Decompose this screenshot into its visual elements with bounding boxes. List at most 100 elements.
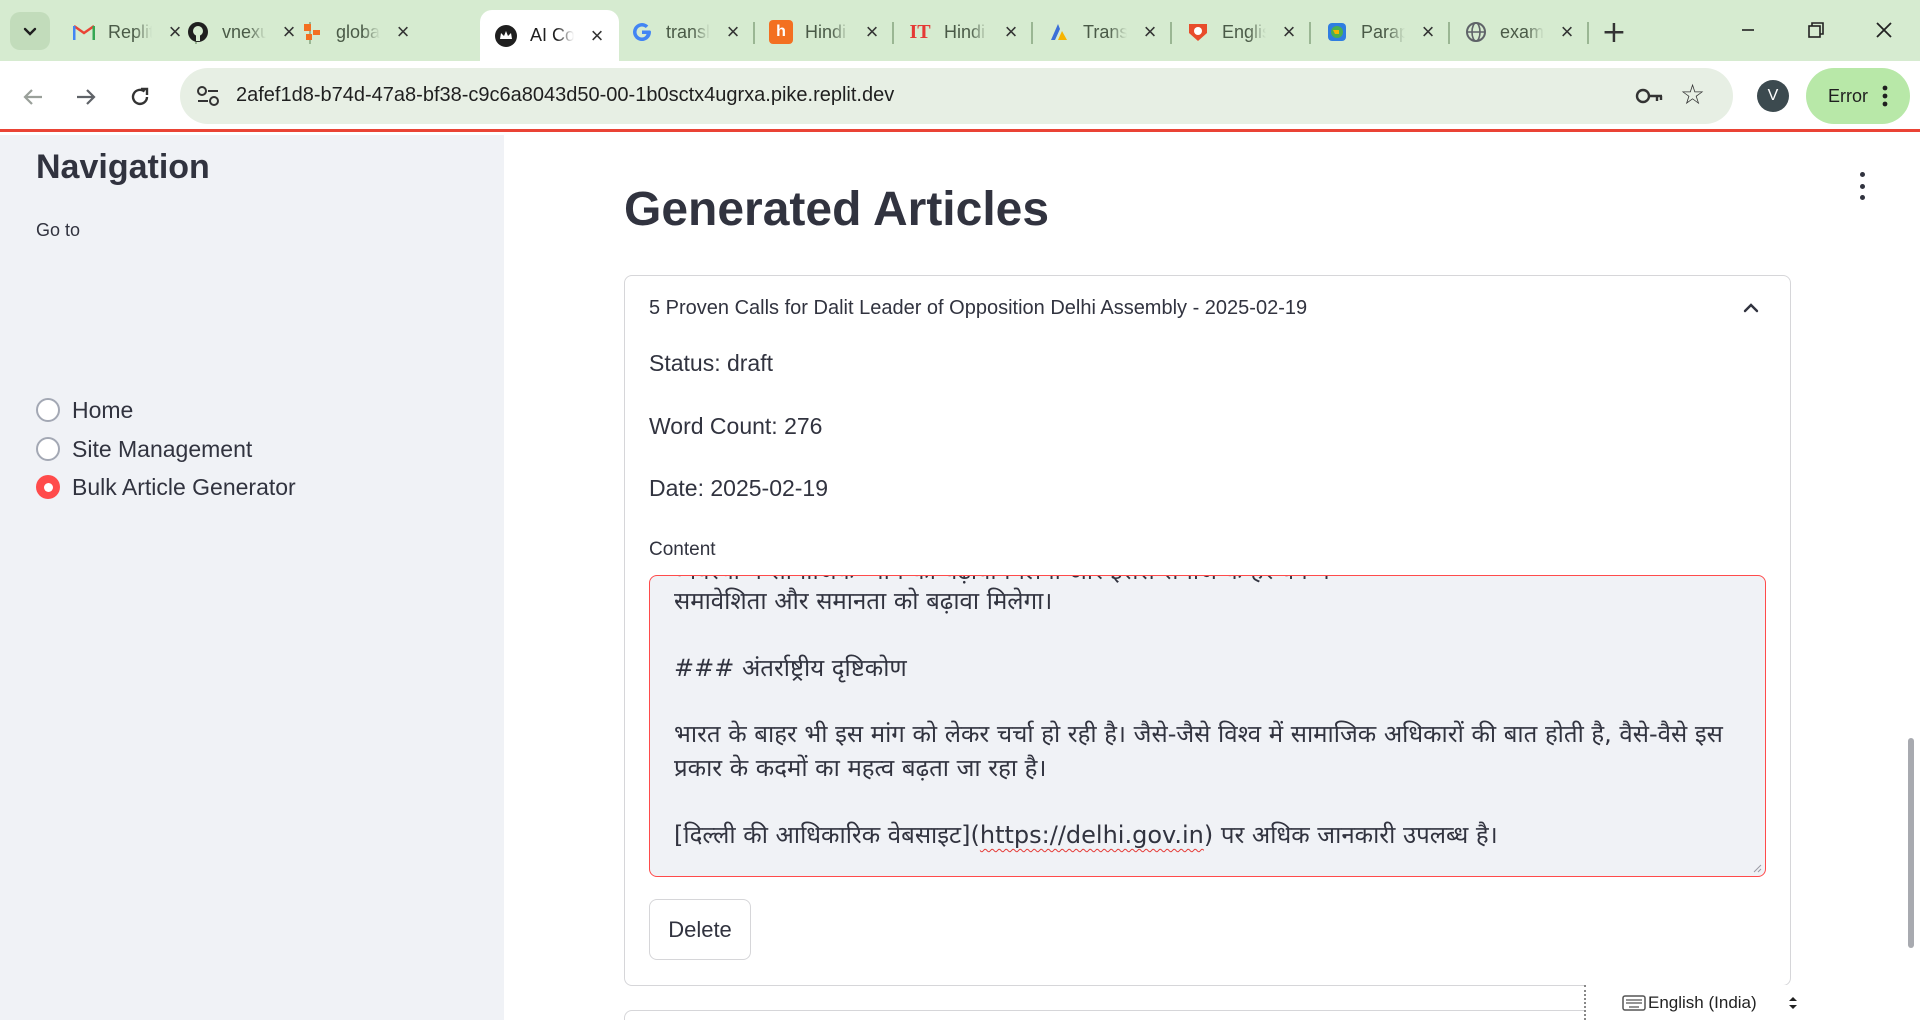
tab-label: Hindi	[805, 21, 847, 42]
tab-search-button[interactable]	[10, 12, 50, 50]
back-button[interactable]	[15, 79, 51, 115]
close-icon[interactable]: ×	[1418, 19, 1438, 44]
tab-label: Paraphrase	[1361, 21, 1405, 42]
tab-label: vnexus	[222, 21, 266, 42]
close-icon[interactable]: ×	[587, 23, 607, 48]
chevron-up-icon[interactable]	[1740, 297, 1762, 319]
tab-label: Hindi	[944, 21, 986, 42]
close-window-button[interactable]	[1856, 10, 1912, 50]
content-link-text: [दिल्ली की आधिकारिक वेबसाइट](	[674, 821, 980, 849]
hindi-app-icon: h	[769, 20, 793, 44]
tab-label: English	[1222, 21, 1266, 42]
close-icon[interactable]: ×	[1279, 19, 1299, 44]
radio-label[interactable]: Site Management	[72, 436, 252, 463]
article-status: Status: draft	[649, 350, 774, 376]
radio-label[interactable]: Bulk Article Generator	[72, 474, 296, 501]
tab-paraphrase[interactable]: Paraphrase ×	[1311, 10, 1450, 54]
globe-icon	[1464, 20, 1488, 44]
url-text[interactable]: 2afef1d8-b74d-47a8-bf38-c9c6a8043d50-00-…	[236, 84, 894, 107]
browser-toolbar: 2afef1d8-b74d-47a8-bf38-c9c6a8043d50-00-…	[0, 61, 1920, 132]
bookmark-star-icon[interactable]: ☆	[1680, 80, 1705, 110]
error-button[interactable]: Error	[1806, 68, 1910, 124]
radio-label[interactable]: Home	[72, 397, 133, 424]
content-link-line: [दिल्ली की आधिकारिक वेबसाइट](https://del…	[674, 818, 1498, 852]
article-expander-title[interactable]: 5 Proven Calls for Dalit Leader of Oppos…	[649, 297, 1307, 320]
tab-translate[interactable]: translate ×	[616, 10, 755, 54]
profile-avatar[interactable]: V	[1757, 80, 1789, 112]
tab-hindi-1[interactable]: h Hindi ×	[755, 10, 894, 54]
globe-app-icon	[300, 20, 324, 44]
sidebar-title: Navigation	[36, 148, 210, 186]
close-icon[interactable]: ×	[723, 19, 743, 44]
minimize-icon	[1742, 29, 1754, 31]
restore-button[interactable]	[1788, 10, 1844, 50]
site-settings-icon[interactable]	[194, 82, 222, 110]
input-language-label: English (India)	[1648, 992, 1757, 1012]
nav-radio-home[interactable]: Home	[36, 393, 133, 427]
radio-circle[interactable]	[36, 437, 60, 461]
nav-radio-bulk-article-generator[interactable]: Bulk Article Generator	[36, 470, 296, 504]
tab-global[interactable]: global ×	[286, 10, 425, 54]
paraphrase-icon	[1325, 20, 1349, 44]
browser-tab-strip: Replit × vnexus × global × AI Content × …	[0, 0, 1920, 61]
tab-label: translate	[666, 21, 710, 42]
content-textarea[interactable]: व्यवस्था में सामाजिक न्याय को बढ़ावा मिल…	[649, 575, 1766, 877]
translate-icon	[1047, 20, 1071, 44]
content-paragraph: भारत के बाहर भी इस मांग को लेकर चर्चा हो…	[674, 720, 1723, 782]
main-menu-button[interactable]	[1852, 172, 1872, 200]
tab-label: global	[336, 21, 380, 42]
tab-label: example	[1500, 21, 1544, 42]
radio-circle-selected[interactable]	[36, 475, 60, 499]
tab-english[interactable]: English ×	[1172, 10, 1311, 54]
minimize-button[interactable]	[1720, 10, 1776, 50]
content-link-tail: ) पर अधिक जानकारी उपलब्ध है।	[1203, 821, 1498, 849]
more-vert-icon	[1882, 85, 1888, 107]
tab-example[interactable]: example ×	[1450, 10, 1589, 54]
tab-label: Replit	[108, 21, 152, 42]
new-tab-button[interactable]: +	[1596, 14, 1632, 50]
page-scrollbar[interactable]	[1908, 738, 1914, 948]
back-arrow-icon	[23, 89, 42, 105]
article-word-count: Word Count: 276	[649, 413, 823, 439]
address-bar[interactable]: 2afef1d8-b74d-47a8-bf38-c9c6a8043d50-00-…	[180, 68, 1733, 124]
close-icon[interactable]: ×	[393, 19, 413, 44]
article-date: Date: 2025-02-19	[649, 475, 829, 501]
input-language-bar[interactable]: English (India)	[1584, 985, 1806, 1020]
delete-button[interactable]: Delete	[649, 899, 751, 960]
forward-button[interactable]	[68, 79, 104, 115]
restore-icon	[1808, 22, 1824, 38]
resize-handle-icon[interactable]	[1753, 864, 1762, 873]
close-icon[interactable]: ×	[1557, 19, 1577, 44]
keyboard-icon	[1622, 995, 1646, 1011]
forward-arrow-icon	[77, 89, 96, 105]
gmail-icon	[72, 20, 96, 44]
kebab-dot	[1859, 183, 1865, 189]
page-title: Generated Articles	[624, 183, 1050, 236]
key-icon[interactable]	[1634, 82, 1664, 110]
tab-ai-content[interactable]: AI Content ×	[480, 10, 619, 61]
tab-translate-2[interactable]: Translate ×	[1033, 10, 1172, 54]
reload-icon	[131, 87, 149, 106]
it-icon: IT	[909, 20, 931, 43]
close-icon[interactable]: ×	[1140, 19, 1160, 44]
content-link-url: https://delhi.gov.in	[979, 821, 1204, 849]
ai-app-icon	[494, 24, 518, 48]
radio-circle[interactable]	[36, 398, 60, 422]
kebab-dot	[1859, 195, 1865, 200]
sidebar	[0, 135, 504, 1020]
close-icon[interactable]: ×	[1001, 19, 1021, 44]
tab-label: AI Content	[530, 25, 574, 45]
google-icon	[630, 20, 654, 44]
github-icon	[186, 20, 210, 44]
content-heading: ### अंतर्राष्ट्रीय दृष्टिकोण	[674, 654, 907, 682]
kebab-dot	[1859, 172, 1865, 177]
tab-label: Translate	[1083, 21, 1127, 42]
chevron-down-icon	[23, 27, 37, 36]
nav-radio-site-management[interactable]: Site Management	[36, 432, 252, 466]
content-line: समावेशिता और समानता को बढ़ावा मिलेगा।	[674, 587, 1053, 615]
error-label: Error	[1828, 85, 1868, 106]
english-app-icon	[1186, 20, 1210, 44]
tab-hindi-2[interactable]: IT Hindi ×	[894, 10, 1033, 54]
close-icon[interactable]: ×	[862, 19, 882, 44]
reload-button[interactable]	[122, 79, 158, 115]
